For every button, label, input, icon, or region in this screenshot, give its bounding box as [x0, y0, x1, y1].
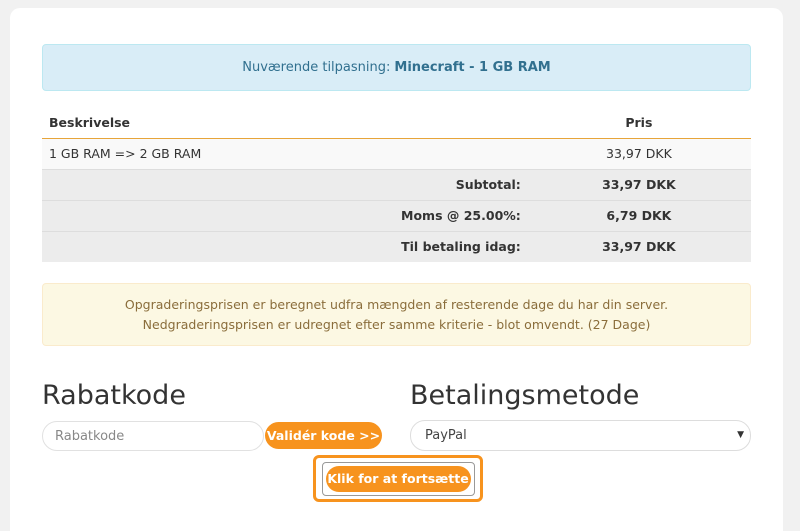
vat-label: Moms @ 25.00%:	[42, 199, 527, 231]
continue-focus-ring: Klik for at fortsætte	[321, 461, 475, 496]
current-config-alert: Nuværende tilpasning: Minecraft - 1 GB R…	[42, 44, 751, 91]
subtotal-label: Subtotal:	[42, 168, 527, 200]
total-label: Til betaling idag:	[42, 230, 527, 262]
current-config-product: Minecraft - 1 GB RAM	[394, 60, 551, 75]
continue-button[interactable]: Klik for at fortsætte	[325, 465, 471, 492]
current-config-label: Nuværende tilpasning:	[242, 60, 391, 75]
coupon-heading: Rabatkode	[42, 380, 186, 411]
total-row: Til betaling idag: 33,97 DKK	[42, 230, 751, 262]
vat-value: 6,79 DKK	[526, 199, 751, 231]
payment-method-select[interactable]: PayPal ▼	[410, 420, 751, 451]
pricing-note-text: Opgraderingsprisen er beregnet udfra mæn…	[124, 296, 669, 332]
table-row: 1 GB RAM => 2 GB RAM 33,97 DKK	[42, 137, 751, 169]
subtotal-value: 33,97 DKK	[526, 168, 751, 200]
payment-method-value: PayPal	[425, 428, 467, 443]
item-description: 1 GB RAM => 2 GB RAM	[42, 137, 527, 169]
total-value: 33,97 DKK	[526, 230, 751, 262]
chevron-down-icon: ▼	[737, 430, 744, 440]
pricing-note: Opgraderingsprisen er beregnet udfra mæn…	[42, 283, 751, 346]
vat-row: Moms @ 25.00%: 6,79 DKK	[42, 199, 751, 231]
order-summary-table: Beskrivelse Pris 1 GB RAM => 2 GB RAM 33…	[42, 108, 751, 262]
payment-heading: Betalingsmetode	[410, 380, 640, 411]
validate-coupon-button[interactable]: Validér kode >>	[265, 422, 382, 449]
coupon-input[interactable]	[42, 421, 264, 451]
continue-focus-frame: Klik for at fortsætte	[313, 455, 483, 502]
item-price: 33,97 DKK	[526, 137, 751, 169]
subtotal-row: Subtotal: 33,97 DKK	[42, 168, 751, 200]
header-price: Pris	[526, 108, 751, 139]
header-description: Beskrivelse	[42, 108, 527, 139]
